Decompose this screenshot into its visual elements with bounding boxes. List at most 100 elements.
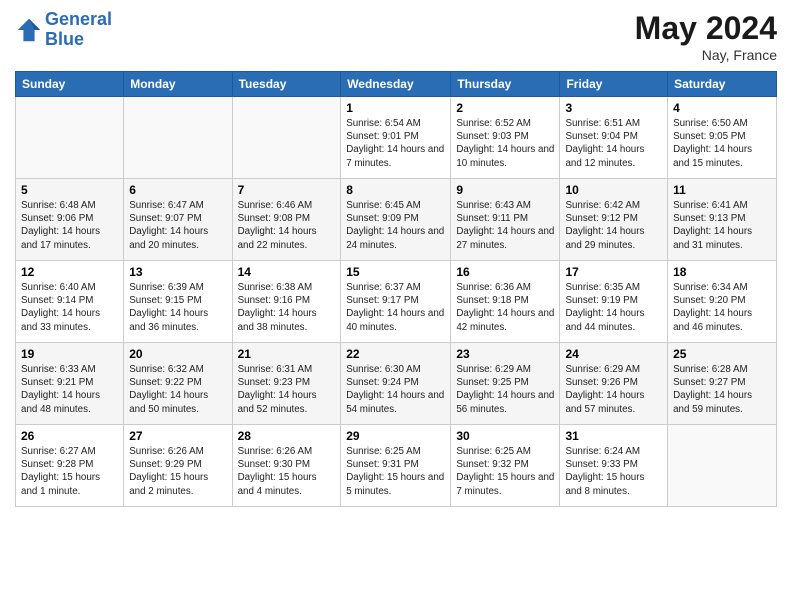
day-number: 20	[129, 347, 226, 361]
day-info: Sunrise: 6:38 AM Sunset: 9:16 PM Dayligh…	[238, 281, 336, 334]
day-number: 12	[21, 265, 118, 279]
day-number: 27	[129, 429, 226, 443]
day-info: Sunrise: 6:31 AM Sunset: 9:23 PM Dayligh…	[238, 363, 336, 416]
day-info: Sunrise: 6:47 AM Sunset: 9:07 PM Dayligh…	[129, 199, 226, 252]
calendar-cell: 10 Sunrise: 6:42 AM Sunset: 9:12 PM Dayli…	[560, 179, 668, 261]
day-info: Sunrise: 6:41 AM Sunset: 9:13 PM Dayligh…	[673, 199, 771, 252]
day-info: Sunrise: 6:45 AM Sunset: 9:09 PM Dayligh…	[346, 199, 445, 252]
calendar-cell: 26 Sunrise: 6:27 AM Sunset: 9:28 PM Dayli…	[16, 425, 124, 507]
day-number: 6	[129, 183, 226, 197]
day-number: 11	[673, 183, 771, 197]
day-number: 25	[673, 347, 771, 361]
calendar-cell: 5Sunrise: 6:48 AM Sunset: 9:06 PM Daylig…	[16, 179, 124, 261]
day-number: 8	[346, 183, 445, 197]
day-info: Sunrise: 6:51 AM Sunset: 9:04 PM Dayligh…	[565, 117, 662, 170]
day-info: Sunrise: 6:26 AM Sunset: 9:30 PM Dayligh…	[238, 445, 336, 498]
day-number: 14	[238, 265, 336, 279]
day-info: Sunrise: 6:25 AM Sunset: 9:31 PM Dayligh…	[346, 445, 445, 498]
day-number: 26	[21, 429, 118, 443]
day-number: 24	[565, 347, 662, 361]
calendar-cell	[16, 97, 124, 179]
day-number: 7	[238, 183, 336, 197]
day-number: 13	[129, 265, 226, 279]
day-header-saturday: Saturday	[668, 72, 777, 97]
day-info: Sunrise: 6:50 AM Sunset: 9:05 PM Dayligh…	[673, 117, 771, 170]
calendar-cell	[232, 97, 341, 179]
day-number: 4	[673, 101, 771, 115]
calendar-cell: 8 Sunrise: 6:45 AM Sunset: 9:09 PM Daylig…	[341, 179, 451, 261]
calendar-cell: 17 Sunrise: 6:35 AM Sunset: 9:19 PM Dayli…	[560, 261, 668, 343]
logo-general: General	[45, 9, 112, 29]
calendar-cell: 27 Sunrise: 6:26 AM Sunset: 9:29 PM Dayli…	[124, 425, 232, 507]
day-number: 23	[456, 347, 554, 361]
day-header-monday: Monday	[124, 72, 232, 97]
logo: General Blue	[15, 10, 112, 50]
day-info: Sunrise: 6:32 AM Sunset: 9:22 PM Dayligh…	[129, 363, 226, 416]
calendar-cell: 9Sunrise: 6:43 AM Sunset: 9:11 PM Daylig…	[451, 179, 560, 261]
week-row-4: 19Sunrise: 6:33 AM Sunset: 9:21 PM Dayli…	[16, 343, 777, 425]
day-header-friday: Friday	[560, 72, 668, 97]
day-number: 28	[238, 429, 336, 443]
location: Nay, France	[635, 47, 777, 63]
calendar-cell: 6 Sunrise: 6:47 AM Sunset: 9:07 PM Daylig…	[124, 179, 232, 261]
day-number: 10	[565, 183, 662, 197]
month-title: May 2024	[635, 10, 777, 47]
calendar-cell: 13 Sunrise: 6:39 AM Sunset: 9:15 PM Dayli…	[124, 261, 232, 343]
day-info: Sunrise: 6:43 AM Sunset: 9:11 PM Dayligh…	[456, 199, 554, 252]
logo-text: General Blue	[45, 10, 112, 50]
calendar-cell: 30Sunrise: 6:25 AM Sunset: 9:32 PM Dayli…	[451, 425, 560, 507]
calendar-cell: 3 Sunrise: 6:51 AM Sunset: 9:04 PM Daylig…	[560, 97, 668, 179]
day-number: 21	[238, 347, 336, 361]
week-row-3: 12 Sunrise: 6:40 AM Sunset: 9:14 PM Dayli…	[16, 261, 777, 343]
day-number: 2	[456, 101, 554, 115]
logo-icon	[15, 16, 43, 44]
day-number: 17	[565, 265, 662, 279]
logo-blue: Blue	[45, 29, 84, 49]
calendar-cell: 31 Sunrise: 6:24 AM Sunset: 9:33 PM Dayli…	[560, 425, 668, 507]
calendar-cell: 22Sunrise: 6:30 AM Sunset: 9:24 PM Dayli…	[341, 343, 451, 425]
day-info: Sunrise: 6:36 AM Sunset: 9:18 PM Dayligh…	[456, 281, 554, 334]
calendar-cell: 25 Sunrise: 6:28 AM Sunset: 9:27 PM Dayli…	[668, 343, 777, 425]
days-of-week-row: SundayMondayTuesdayWednesdayThursdayFrid…	[16, 72, 777, 97]
header: General Blue May 2024 Nay, France	[15, 10, 777, 63]
calendar-cell: 18 Sunrise: 6:34 AM Sunset: 9:20 PM Dayli…	[668, 261, 777, 343]
day-number: 5	[21, 183, 118, 197]
day-header-wednesday: Wednesday	[341, 72, 451, 97]
day-info: Sunrise: 6:29 AM Sunset: 9:26 PM Dayligh…	[565, 363, 662, 416]
calendar-cell: 28 Sunrise: 6:26 AM Sunset: 9:30 PM Dayli…	[232, 425, 341, 507]
day-info: Sunrise: 6:34 AM Sunset: 9:20 PM Dayligh…	[673, 281, 771, 334]
calendar-header: SundayMondayTuesdayWednesdayThursdayFrid…	[16, 72, 777, 97]
day-info: Sunrise: 6:54 AM Sunset: 9:01 PM Dayligh…	[346, 117, 445, 170]
day-number: 15	[346, 265, 445, 279]
day-info: Sunrise: 6:39 AM Sunset: 9:15 PM Dayligh…	[129, 281, 226, 334]
calendar-cell	[124, 97, 232, 179]
day-info: Sunrise: 6:33 AM Sunset: 9:21 PM Dayligh…	[21, 363, 118, 416]
day-number: 18	[673, 265, 771, 279]
day-info: Sunrise: 6:40 AM Sunset: 9:14 PM Dayligh…	[21, 281, 118, 334]
calendar: SundayMondayTuesdayWednesdayThursdayFrid…	[15, 71, 777, 507]
day-number: 31	[565, 429, 662, 443]
day-info: Sunrise: 6:30 AM Sunset: 9:24 PM Dayligh…	[346, 363, 445, 416]
calendar-cell: 15 Sunrise: 6:37 AM Sunset: 9:17 PM Dayli…	[341, 261, 451, 343]
day-number: 30	[456, 429, 554, 443]
calendar-cell: 20 Sunrise: 6:32 AM Sunset: 9:22 PM Dayli…	[124, 343, 232, 425]
week-row-2: 5Sunrise: 6:48 AM Sunset: 9:06 PM Daylig…	[16, 179, 777, 261]
day-info: Sunrise: 6:26 AM Sunset: 9:29 PM Dayligh…	[129, 445, 226, 498]
calendar-cell: 24 Sunrise: 6:29 AM Sunset: 9:26 PM Dayli…	[560, 343, 668, 425]
day-info: Sunrise: 6:28 AM Sunset: 9:27 PM Dayligh…	[673, 363, 771, 416]
week-row-1: 1 Sunrise: 6:54 AM Sunset: 9:01 PM Daylig…	[16, 97, 777, 179]
day-info: Sunrise: 6:35 AM Sunset: 9:19 PM Dayligh…	[565, 281, 662, 334]
day-info: Sunrise: 6:27 AM Sunset: 9:28 PM Dayligh…	[21, 445, 118, 498]
calendar-body: 1 Sunrise: 6:54 AM Sunset: 9:01 PM Daylig…	[16, 97, 777, 507]
day-number: 1	[346, 101, 445, 115]
day-number: 3	[565, 101, 662, 115]
calendar-cell: 7 Sunrise: 6:46 AM Sunset: 9:08 PM Daylig…	[232, 179, 341, 261]
day-info: Sunrise: 6:42 AM Sunset: 9:12 PM Dayligh…	[565, 199, 662, 252]
day-info: Sunrise: 6:37 AM Sunset: 9:17 PM Dayligh…	[346, 281, 445, 334]
day-number: 16	[456, 265, 554, 279]
page: General Blue May 2024 Nay, France Sunday…	[0, 0, 792, 612]
day-info: Sunrise: 6:24 AM Sunset: 9:33 PM Dayligh…	[565, 445, 662, 498]
week-row-5: 26 Sunrise: 6:27 AM Sunset: 9:28 PM Dayli…	[16, 425, 777, 507]
day-header-thursday: Thursday	[451, 72, 560, 97]
day-info: Sunrise: 6:46 AM Sunset: 9:08 PM Dayligh…	[238, 199, 336, 252]
